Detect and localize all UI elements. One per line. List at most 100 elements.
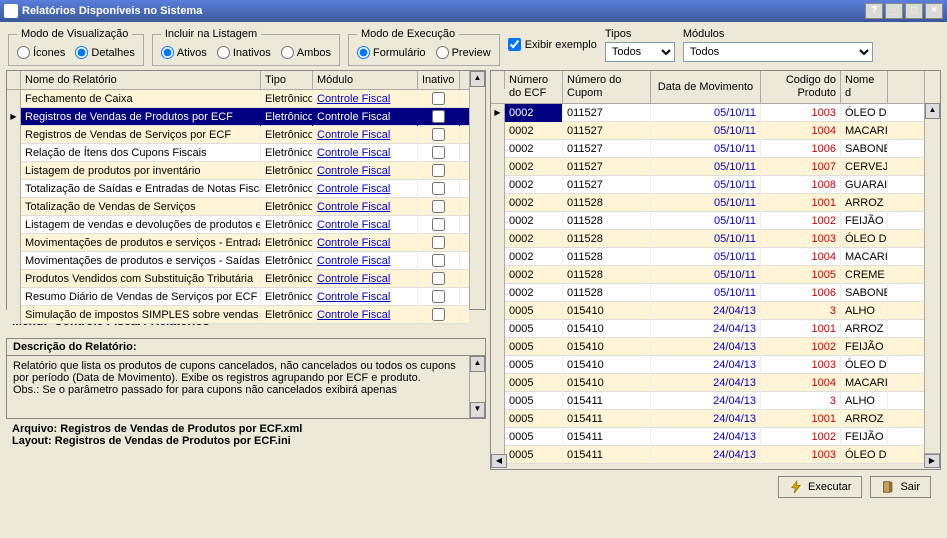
scroll-right-icon[interactable]: ▶ (924, 454, 940, 468)
table-row[interactable]: 000201152805/10/111006SABONE (491, 284, 924, 302)
scroll-left-icon[interactable]: ◀ (491, 454, 507, 468)
cell-inactive[interactable] (418, 162, 460, 180)
types-combo[interactable]: Todos (605, 42, 675, 62)
inactive-checkbox[interactable] (432, 128, 445, 141)
cell-inactive[interactable] (418, 270, 460, 288)
inactive-checkbox[interactable] (432, 164, 445, 177)
table-row[interactable]: 000501541124/04/133ALHO (491, 392, 924, 410)
cell-module[interactable]: Controle Fiscal (313, 234, 418, 252)
cell-module[interactable]: Controle Fiscal (313, 198, 418, 216)
table-row[interactable]: 000201152805/10/111005CREME (491, 266, 924, 284)
cell-module[interactable]: Controle Fiscal (313, 180, 418, 198)
close-button[interactable]: × (925, 3, 943, 19)
col-nome[interactable]: Nome d (841, 71, 888, 103)
inactive-checkbox[interactable] (432, 146, 445, 159)
table-row[interactable]: Listagem de vendas e devoluções de produ… (7, 216, 469, 234)
inactive-checkbox[interactable] (432, 92, 445, 105)
cell-inactive[interactable] (418, 306, 460, 324)
col-type[interactable]: Tipo (261, 71, 313, 89)
cell-inactive[interactable] (418, 252, 460, 270)
modules-combo[interactable]: Todos (683, 42, 873, 62)
table-row[interactable]: 000501541024/04/131001ARROZ (491, 320, 924, 338)
preview-grid-hscrollbar[interactable]: ◀ ▶ (491, 453, 940, 469)
cell-module[interactable]: Controle Fiscal (313, 288, 418, 306)
cell-inactive[interactable] (418, 216, 460, 234)
table-row[interactable]: Listagem de produtos por inventárioEletr… (7, 162, 469, 180)
col-ecf[interactable]: Número do ECF (505, 71, 563, 103)
inactive-checkbox[interactable] (432, 182, 445, 195)
cell-module[interactable]: Controle Fiscal (313, 252, 418, 270)
help-button[interactable]: ? (865, 3, 883, 19)
table-row[interactable]: Resumo Diário de Vendas de Serviços por … (7, 288, 469, 306)
table-row[interactable]: Fechamento de CaixaEletrônicoControle Fi… (7, 90, 469, 108)
radio-inactive[interactable]: Inativos (217, 46, 271, 59)
table-row[interactable]: Movimentações de produtos e serviços - E… (7, 234, 469, 252)
inactive-checkbox[interactable] (432, 290, 445, 303)
exit-button[interactable]: Sair (870, 476, 931, 498)
cell-inactive[interactable] (418, 180, 460, 198)
table-row[interactable]: Movimentações de produtos e serviços - S… (7, 252, 469, 270)
reports-grid-scrollbar[interactable]: ▲ (469, 71, 485, 309)
preview-grid[interactable]: Número do ECF Número do Cupom Data de Mo… (490, 70, 941, 470)
cell-module[interactable]: Controle Fiscal (313, 108, 418, 126)
scroll-up-icon[interactable]: ▲ (470, 356, 485, 372)
cell-inactive[interactable] (418, 288, 460, 306)
inactive-checkbox[interactable] (432, 308, 445, 321)
inactive-checkbox[interactable] (432, 200, 445, 213)
cell-module[interactable]: Controle Fiscal (313, 126, 418, 144)
table-row[interactable]: Totalização de Vendas de ServiçosEletrôn… (7, 198, 469, 216)
col-cupom[interactable]: Número do Cupom (563, 71, 651, 103)
radio-icons[interactable]: Ícones (17, 46, 65, 59)
col-module[interactable]: Módulo (313, 71, 418, 89)
cell-module[interactable]: Controle Fiscal (313, 216, 418, 234)
table-row[interactable]: 000501541024/04/131003ÓLEO D (491, 356, 924, 374)
cell-inactive[interactable] (418, 144, 460, 162)
radio-active[interactable]: Ativos (161, 46, 207, 59)
col-inactive[interactable]: Inativo (418, 71, 460, 89)
table-row[interactable]: Totalização de Saídas e Entradas de Nota… (7, 180, 469, 198)
inactive-checkbox[interactable] (432, 110, 445, 123)
cell-module[interactable]: Controle Fiscal (313, 306, 418, 324)
scroll-down-icon[interactable]: ▼ (470, 402, 485, 418)
radio-details[interactable]: Detalhes (75, 46, 134, 59)
table-row[interactable]: 000201152705/10/111004MACARI (491, 122, 924, 140)
execute-button[interactable]: Executar (778, 476, 862, 498)
inactive-checkbox[interactable] (432, 272, 445, 285)
cell-module[interactable]: Controle Fiscal (313, 162, 418, 180)
col-codigo[interactable]: Codigo do Produto (761, 71, 841, 103)
cell-inactive[interactable] (418, 198, 460, 216)
inactive-checkbox[interactable] (432, 254, 445, 267)
table-row[interactable]: 000201152705/10/111008GUARAI (491, 176, 924, 194)
scroll-up-icon[interactable]: ▲ (925, 103, 940, 119)
maximize-button[interactable]: □ (905, 3, 923, 19)
inactive-checkbox[interactable] (432, 218, 445, 231)
show-example-checkbox[interactable]: Exibir exemplo (508, 28, 597, 51)
col-data[interactable]: Data de Movimento (651, 71, 761, 103)
radio-form[interactable]: Formulário (357, 46, 426, 59)
col-name[interactable]: Nome do Relatório (21, 71, 261, 89)
cell-module[interactable]: Controle Fiscal (313, 270, 418, 288)
radio-both[interactable]: Ambos (281, 46, 331, 59)
preview-grid-vscrollbar[interactable]: ▲ (924, 71, 940, 453)
cell-module[interactable]: Controle Fiscal (313, 90, 418, 108)
cell-module[interactable]: Controle Fiscal (313, 144, 418, 162)
table-row[interactable]: Simulação de impostos SIMPLES sobre vend… (7, 306, 469, 324)
description-scrollbar[interactable]: ▲ ▼ (469, 356, 485, 418)
reports-grid[interactable]: Nome do Relatório Tipo Módulo Inativo Fe… (6, 70, 486, 310)
table-row[interactable]: Produtos Vendidos com Substituição Tribu… (7, 270, 469, 288)
table-row[interactable]: 000201152705/10/111006SABONE (491, 140, 924, 158)
cell-inactive[interactable] (418, 90, 460, 108)
radio-preview[interactable]: Preview (436, 46, 491, 59)
table-row[interactable]: 000201152705/10/111003ÓLEO D (491, 104, 924, 122)
table-row[interactable]: Registros de Vendas de Produtos por ECFE… (7, 108, 469, 126)
table-row[interactable]: 000501541124/04/131001ARROZ (491, 410, 924, 428)
table-row[interactable]: 000501541124/04/131002FEIJÃO (491, 428, 924, 446)
cell-inactive[interactable] (418, 234, 460, 252)
table-row[interactable]: 000201152805/10/111003ÓLEO D (491, 230, 924, 248)
table-row[interactable]: 000201152805/10/111004MACARI (491, 248, 924, 266)
table-row[interactable]: 000201152805/10/111001ARROZ (491, 194, 924, 212)
minimize-button[interactable]: _ (885, 3, 903, 19)
table-row[interactable]: 000501541024/04/131002FEIJÃO (491, 338, 924, 356)
table-row[interactable]: 000501541024/04/131004MACARI (491, 374, 924, 392)
table-row[interactable]: 000501541024/04/133ALHO (491, 302, 924, 320)
